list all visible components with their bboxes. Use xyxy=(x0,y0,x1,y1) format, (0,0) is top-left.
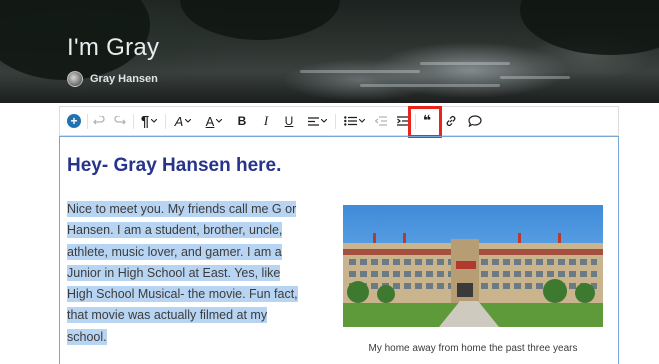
italic-button[interactable]: I xyxy=(258,107,274,135)
photo-tree xyxy=(543,279,567,303)
chevron-down-icon xyxy=(216,119,223,123)
blockquote-highlight xyxy=(408,106,442,138)
text-color-button[interactable]: A xyxy=(202,107,226,135)
link-button[interactable] xyxy=(443,107,459,135)
photo-chimney xyxy=(403,233,406,243)
author-name[interactable]: Gray Hansen xyxy=(90,73,158,85)
redo-button[interactable] xyxy=(111,107,129,135)
chevron-down-icon xyxy=(185,119,192,123)
align-button[interactable] xyxy=(304,107,330,135)
chevron-down-icon xyxy=(320,119,327,123)
bold-button[interactable]: B xyxy=(234,107,250,135)
outdent-button[interactable] xyxy=(373,107,389,135)
plus-circle-icon: + xyxy=(67,114,81,128)
add-block-button[interactable]: + xyxy=(66,107,82,135)
selected-text-line: Nice to meet you. My friends call me G o… xyxy=(67,201,297,217)
toolbar-divider xyxy=(335,114,336,129)
comment-button[interactable] xyxy=(466,107,484,135)
align-left-icon xyxy=(307,116,319,126)
underline-button[interactable]: U xyxy=(281,107,297,135)
avatar[interactable] xyxy=(67,71,83,87)
undo-icon xyxy=(93,116,105,125)
text-color-icon: A xyxy=(205,113,215,129)
banner-water xyxy=(420,62,510,65)
chevron-down-icon xyxy=(151,119,158,123)
list-button[interactable] xyxy=(340,107,368,135)
bulleted-list-icon xyxy=(343,116,357,126)
selected-text-line: athlete, music lover, and gamer. I am a xyxy=(67,243,282,260)
photo-tree xyxy=(575,283,595,303)
photo-chimney xyxy=(518,233,521,243)
pilcrow-icon: ¶ xyxy=(140,112,150,130)
selected-text-line: that movie was actually filmed at my xyxy=(67,307,268,324)
underline-icon: U xyxy=(284,114,294,128)
bold-icon: B xyxy=(237,114,247,128)
site-title[interactable]: I'm Gray xyxy=(67,34,159,62)
toolbar-divider xyxy=(133,114,134,129)
post-heading[interactable]: Hey- Gray Hansen here. xyxy=(67,155,281,177)
paragraph-style-button[interactable]: ¶ xyxy=(137,107,161,135)
comment-icon xyxy=(468,115,482,127)
toolbar-divider xyxy=(165,114,166,129)
banner-foliage xyxy=(180,0,340,40)
intro-paragraph[interactable]: Nice to meet you. My friends call me G o… xyxy=(67,199,329,348)
font-size-button[interactable]: A xyxy=(170,107,196,135)
toolbar-divider xyxy=(87,114,88,129)
selected-text-line: Junior in High School at East. Yes, like xyxy=(67,264,281,281)
photo-tree xyxy=(377,285,395,303)
image-caption[interactable]: My home away from home the past three ye… xyxy=(343,343,603,354)
text-size-icon: A xyxy=(174,113,184,129)
chevron-down-icon xyxy=(358,119,365,123)
outdent-icon xyxy=(375,116,387,126)
photo-chimney xyxy=(558,233,561,243)
selected-text-line: school. xyxy=(67,328,107,345)
selected-text-line: High School Musical- the movie. Fun fact… xyxy=(67,286,298,303)
banner-water xyxy=(360,84,500,87)
photo-chimney xyxy=(373,233,376,243)
banner-water xyxy=(500,76,570,79)
banner-water xyxy=(300,70,420,73)
photo-door xyxy=(457,283,473,297)
selected-text-line: Hansen. I am a student, brother, uncle, xyxy=(67,222,283,239)
editor-toolbar: + ¶ A A B I U ❝ xyxy=(59,106,619,136)
link-icon xyxy=(446,116,456,126)
photo-school-sign xyxy=(456,261,476,269)
school-photo[interactable] xyxy=(343,205,603,327)
banner-foliage xyxy=(520,0,659,55)
redo-icon xyxy=(114,116,126,125)
italic-icon: I xyxy=(263,113,269,128)
photo-tree xyxy=(347,281,369,303)
undo-button[interactable] xyxy=(90,107,108,135)
